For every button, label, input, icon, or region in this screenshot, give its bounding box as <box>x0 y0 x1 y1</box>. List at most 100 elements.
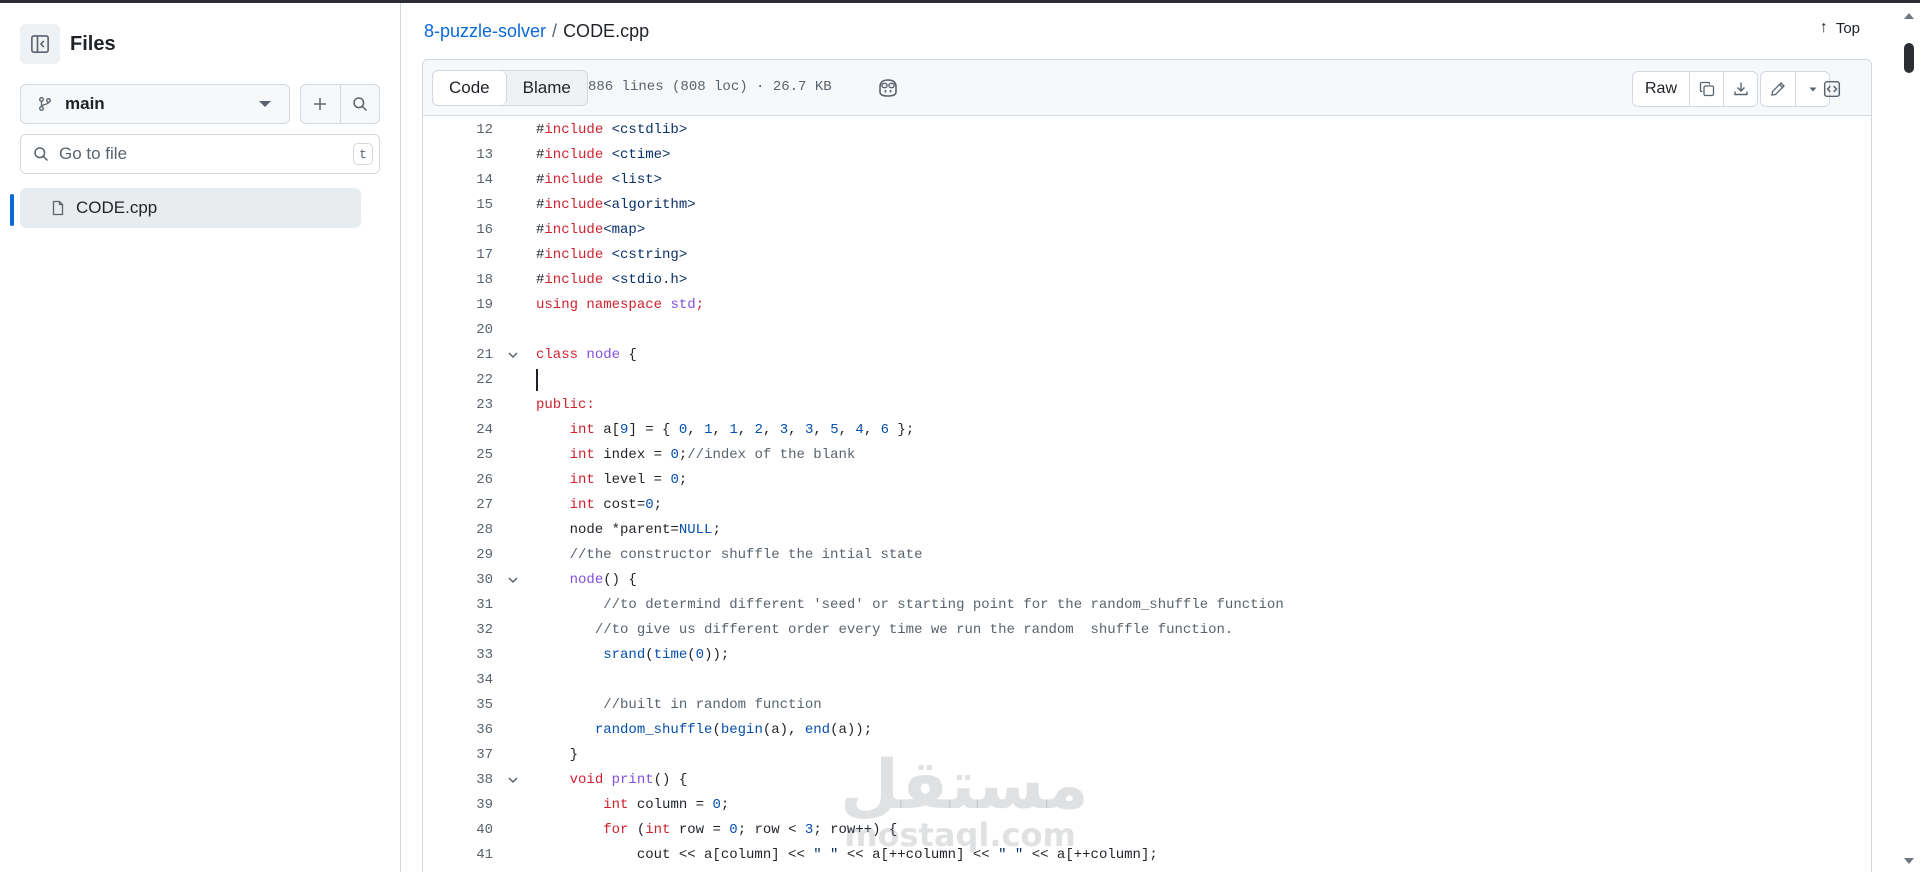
line-number[interactable]: 30 <box>423 572 493 588</box>
code-token: ; <box>653 496 663 513</box>
line-number[interactable]: 32 <box>423 622 493 638</box>
code-line: 41 cout << a[column] << " " << a[++colum… <box>423 842 1871 867</box>
code-text: using namespace std; <box>533 297 704 313</box>
line-number[interactable]: 17 <box>423 247 493 263</box>
line-number[interactable]: 35 <box>423 697 493 713</box>
code-token: ( <box>645 646 654 663</box>
line-number[interactable]: 37 <box>423 747 493 763</box>
code-token: node *parent= <box>536 521 679 538</box>
code-token: (a)); <box>830 721 873 738</box>
code-line: 19 using namespace std; <box>423 292 1871 317</box>
line-number[interactable]: 29 <box>423 547 493 563</box>
code-token: include <box>544 221 604 238</box>
code-text: random_shuffle(begin(a), end(a)); <box>533 722 872 738</box>
tree-item-code-cpp[interactable]: CODE.cpp <box>20 188 361 228</box>
scrollbar-thumb[interactable] <box>1904 43 1914 73</box>
code-line: 37 } <box>423 742 1871 767</box>
back-to-top-button[interactable]: ↑ Top <box>1820 19 1860 37</box>
copy-raw-button[interactable] <box>1689 72 1723 106</box>
line-number[interactable]: 13 <box>423 147 493 163</box>
scroll-up-arrow[interactable] <box>1904 13 1914 19</box>
branch-selector[interactable]: main <box>20 84 290 124</box>
breadcrumb-repo-link[interactable]: 8-puzzle-solver <box>424 21 546 42</box>
line-number[interactable]: 24 <box>423 422 493 438</box>
code-token: include <box>544 271 604 288</box>
raw-button[interactable]: Raw <box>1633 72 1689 106</box>
code-token: cost= <box>594 496 646 513</box>
code-token: begin <box>720 721 763 738</box>
code-token: 3 <box>779 421 789 438</box>
line-number[interactable]: 21 <box>423 347 493 363</box>
scroll-down-arrow[interactable] <box>1904 858 1914 864</box>
line-number[interactable]: 14 <box>423 172 493 188</box>
code-token: () { <box>653 771 688 788</box>
line-number[interactable]: 40 <box>423 822 493 838</box>
line-number[interactable]: 12 <box>423 122 493 138</box>
line-number[interactable]: 36 <box>423 722 493 738</box>
line-number[interactable]: 20 <box>423 322 493 338</box>
fold-toggle[interactable] <box>493 574 533 586</box>
line-number[interactable]: 22 <box>423 372 493 388</box>
fold-toggle[interactable] <box>493 774 533 786</box>
edit-file-button[interactable] <box>1761 72 1795 106</box>
copilot-icon[interactable] <box>877 78 899 98</box>
code-line: 25 int index = 0;//index of the blank <box>423 442 1871 467</box>
code-text: class node { <box>533 347 637 363</box>
line-number[interactable]: 27 <box>423 497 493 513</box>
file-actions: Raw <box>1632 71 1759 107</box>
search-code-button[interactable] <box>339 85 379 123</box>
line-number[interactable]: 15 <box>423 197 493 213</box>
chevron-down-icon <box>259 101 271 107</box>
add-file-button[interactable] <box>301 85 340 123</box>
line-number[interactable]: 34 <box>423 672 493 688</box>
code-line: 27 int cost=0; <box>423 492 1871 517</box>
code-token: for <box>603 821 629 838</box>
code-token: ; <box>720 796 730 813</box>
code-token: include <box>544 246 604 263</box>
download-icon <box>1733 82 1748 96</box>
code-line: 32 //to give us different order every ti… <box>423 617 1871 642</box>
symbols-panel-button[interactable] <box>1814 71 1850 107</box>
download-button[interactable] <box>1723 72 1757 106</box>
line-number[interactable]: 39 <box>423 797 493 813</box>
breadcrumb-file: CODE.cpp <box>563 20 650 41</box>
code-area[interactable]: 12 #include <cstdlib> 13 #include <ctime> 14… <box>423 117 1871 867</box>
code-token: " " <box>998 846 1024 863</box>
line-number[interactable]: 41 <box>423 847 493 863</box>
code-token: << a[++column] << <box>838 846 999 863</box>
code-token: include <box>544 146 604 163</box>
go-to-file-field[interactable]: t <box>20 134 380 174</box>
code-line: 20 <box>423 317 1871 342</box>
code-text: //the constructor shuffle the intial sta… <box>533 547 923 563</box>
sidebar-title: Files <box>70 32 116 55</box>
go-to-file-input[interactable] <box>59 144 339 164</box>
code-token: end <box>804 721 831 738</box>
line-number[interactable]: 18 <box>423 272 493 288</box>
sidebar-actions <box>300 84 380 124</box>
fold-toggle[interactable] <box>493 349 533 361</box>
tab-code[interactable]: Code <box>433 71 507 105</box>
code-token: } <box>536 746 579 763</box>
line-number[interactable]: 28 <box>423 522 493 538</box>
code-line: 34 <box>423 667 1871 692</box>
line-number[interactable]: 16 <box>423 222 493 238</box>
tab-blame[interactable]: Blame <box>507 71 587 105</box>
line-number[interactable]: 26 <box>423 472 493 488</box>
vertical-scrollbar[interactable] <box>1892 3 1920 872</box>
line-number[interactable]: 33 <box>423 647 493 663</box>
line-number[interactable]: 25 <box>423 447 493 463</box>
breadcrumb: 8-puzzle-solver / CODE.cpp ↑ Top <box>424 3 1870 59</box>
line-number[interactable]: 31 <box>423 597 493 613</box>
line-number[interactable]: 19 <box>423 297 493 313</box>
line-number[interactable]: 38 <box>423 772 493 788</box>
view-mode-tabs: Code Blame <box>432 70 588 106</box>
code-token: //index of the blank <box>687 446 856 463</box>
collapse-sidebar-button[interactable] <box>20 24 60 64</box>
code-token: )); <box>704 646 730 663</box>
line-number[interactable]: 23 <box>423 397 493 413</box>
code-token: using namespace <box>536 296 663 313</box>
code-token: , <box>762 421 780 438</box>
